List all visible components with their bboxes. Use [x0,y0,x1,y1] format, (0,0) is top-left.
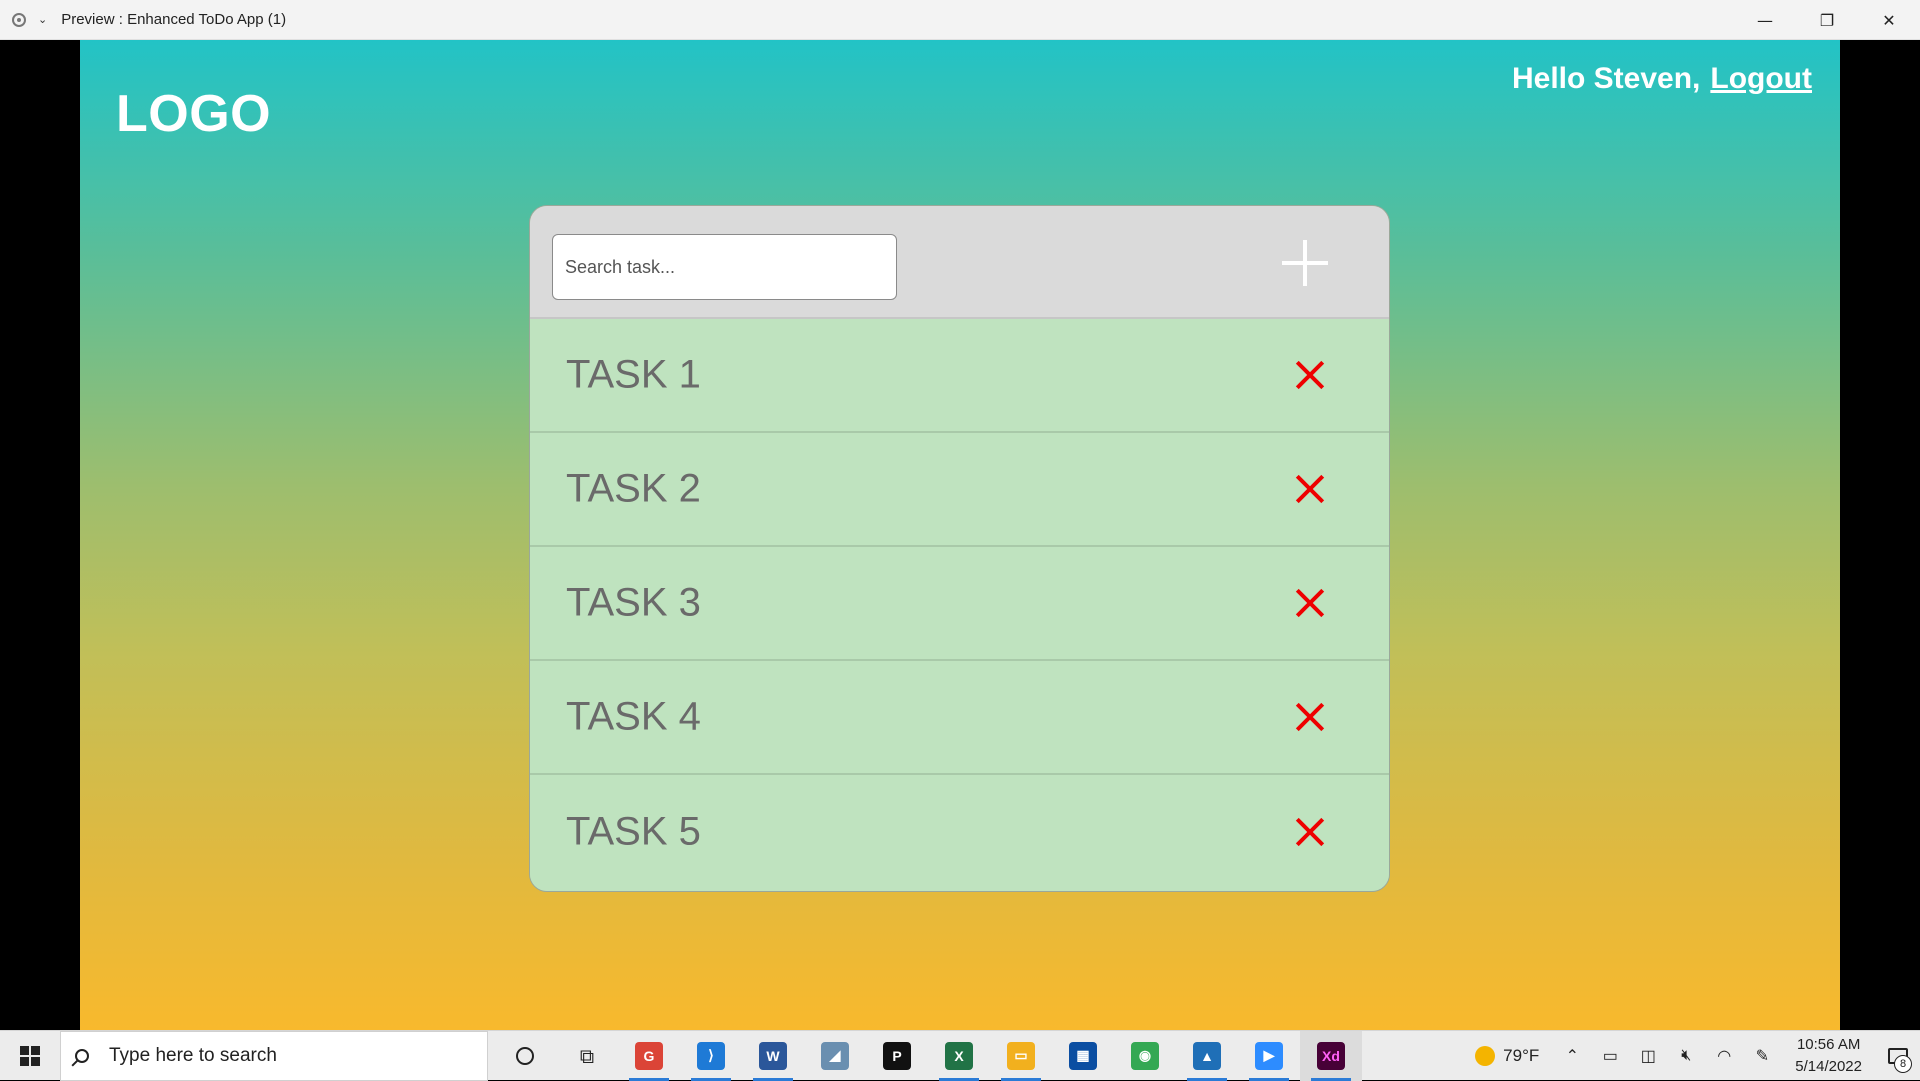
taskbar-app-photos[interactable]: ▲ [1176,1031,1238,1081]
close-icon[interactable] [1295,702,1325,732]
store-icon: ▦ [1069,1041,1097,1070]
close-icon[interactable] [1295,817,1325,847]
battery-icon[interactable]: ▭ [1591,1046,1629,1066]
todo-panel: TASK 1 TASK 2 TASK 3 TASK 4 TASK 5 [529,205,1390,892]
minimize-button[interactable]: — [1734,0,1796,40]
taskbar-search-text: Type here to search [109,1044,277,1066]
jetbrains-icon: P [883,1041,911,1070]
close-icon[interactable] [1295,588,1325,618]
vscode-icon: ⟩ [697,1041,725,1070]
task-label: TASK 4 [566,694,701,739]
app-viewport: LOGO Hello Steven, Logout TASK 1TASK 2TA… [80,40,1840,1030]
task-view-icon: ⧉ [579,1043,595,1068]
speaker-muted-icon[interactable]: 🔇︎ [1667,1047,1705,1065]
close-icon[interactable] [1295,474,1325,504]
taskbar-app-app-blue[interactable]: ◢ [804,1031,866,1081]
task-row[interactable]: TASK 2 [530,433,1389,547]
logo: LOGO [116,85,272,143]
taskbar-app-chrome[interactable]: ◉ [1114,1031,1176,1081]
adobe-xd-icon: Xd [1317,1041,1345,1070]
user-greeting: Hello Steven, Logout [1512,62,1812,96]
network-icon[interactable]: ◠ [1705,1046,1743,1066]
logout-link[interactable]: Logout [1710,62,1812,96]
photos-icon: ▲ [1193,1041,1221,1070]
search-icon [75,1048,89,1063]
greeting-text: Hello Steven, [1511,62,1701,95]
taskbar-app-chrome-profile[interactable]: G [618,1031,680,1081]
todo-panel-header [530,206,1389,319]
taskbar-app-file-explorer[interactable]: ▭ [990,1031,1052,1081]
pen-icon[interactable]: ✎ [1743,1046,1781,1066]
taskbar-app-adobe-xd[interactable]: Xd [1300,1030,1362,1081]
cortana-button[interactable] [494,1031,556,1081]
start-button[interactable] [0,1031,60,1081]
task-row[interactable]: TASK 5 [530,775,1389,889]
taskbar-app-vscode[interactable]: ⟩ [680,1031,742,1081]
task-view-button[interactable]: ⧉ [556,1031,618,1081]
chevron-up-icon[interactable]: ⌃ [1553,1046,1591,1066]
window-title: Preview : Enhanced ToDo App (1) [61,11,287,28]
task-row[interactable]: TASK 4 [530,661,1389,775]
task-row[interactable]: TASK 1 [530,319,1389,433]
chrome-icon: ◉ [1131,1041,1159,1070]
weather-icon[interactable] [1475,1046,1496,1066]
window-title-bar: ⌄ Preview : Enhanced ToDo App (1) — ❐ ✕ [0,0,1920,40]
zoom-icon: ▶ [1255,1041,1283,1070]
close-icon[interactable] [1295,360,1325,390]
clock[interactable]: 10:56 AM 5/14/2022 [1795,1034,1862,1078]
clock-date: 5/14/2022 [1795,1058,1862,1075]
taskbar-app-excel[interactable]: X [928,1031,990,1081]
clock-time: 10:56 AM [1796,1036,1861,1053]
windows-logo-icon [20,1045,40,1066]
task-label: TASK 5 [566,809,701,854]
record-icon[interactable] [12,12,26,27]
taskbar-app-word[interactable]: W [742,1031,804,1081]
notification-count: 8 [1894,1055,1912,1073]
app-blue-icon: ◢ [821,1041,849,1070]
taskbar-app-store[interactable]: ▦ [1052,1031,1114,1081]
notification-button[interactable]: 8 [1876,1031,1920,1081]
search-input[interactable] [552,234,897,300]
plus-icon[interactable] [1282,240,1328,286]
camera-icon[interactable]: ◫ [1629,1046,1667,1066]
weather-temp[interactable]: 79°F [1503,1046,1539,1066]
chevron-down-icon[interactable]: ⌄ [38,13,47,26]
taskbar-search[interactable]: Type here to search [60,1030,488,1081]
cortana-icon [516,1046,534,1065]
maximize-button[interactable]: ❐ [1796,0,1858,40]
task-label: TASK 2 [566,466,701,511]
windows-taskbar: Type here to search ⧉ G ⟩ W ◢ P X ▭ ▦ ◉ ▲ ▶ Xd 79°F… [0,1030,1920,1081]
file-explorer-icon: ▭ [1007,1041,1035,1070]
close-window-button[interactable]: ✕ [1858,0,1920,40]
task-row[interactable]: TASK 3 [530,547,1389,661]
task-label: TASK 3 [566,580,701,625]
excel-icon: X [945,1041,973,1070]
taskbar-app-zoom[interactable]: ▶ [1238,1031,1300,1081]
system-tray: 79°F ⌃ ▭ ◫ 🔇︎ ◠ ✎ 10:56 AM 5/14/2022 8 [1475,1031,1920,1081]
chrome-profile-icon: G [635,1041,663,1070]
word-icon: W [759,1041,787,1070]
task-label: TASK 1 [566,352,701,397]
taskbar-app-jetbrains[interactable]: P [866,1031,928,1081]
task-list: TASK 1 TASK 2 TASK 3 TASK 4 TASK 5 [530,319,1389,889]
